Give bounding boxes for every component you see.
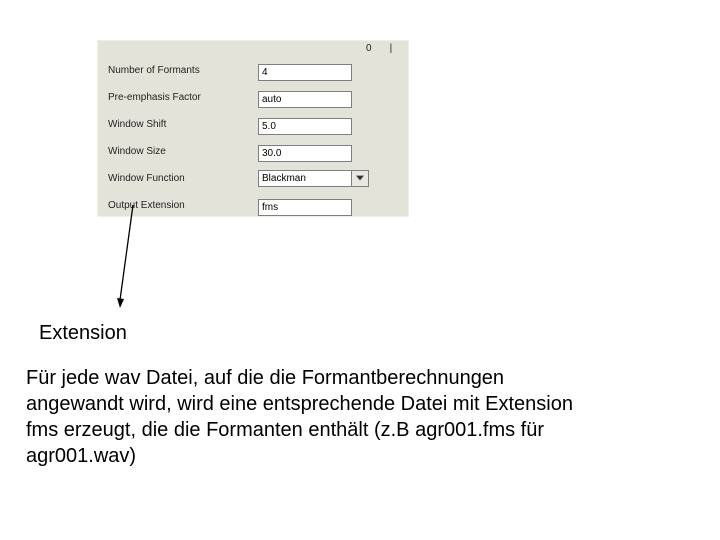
row-preemph: Pre-emphasis Factor [98, 85, 408, 109]
input-out-ext[interactable] [258, 199, 352, 216]
arrow-icon [117, 205, 137, 308]
label-win-func: Window Function [98, 173, 258, 184]
tick-right: | [390, 43, 393, 54]
label-win-shift: Window Shift [98, 119, 258, 130]
caption-extension: Extension [39, 322, 127, 345]
row-win-func: Window Function Blackman [98, 166, 408, 190]
row-win-shift: Window Shift [98, 112, 408, 136]
input-win-size[interactable] [258, 145, 352, 162]
select-win-func[interactable]: Blackman [258, 170, 369, 187]
input-win-shift[interactable] [258, 118, 352, 135]
label-out-ext: Output Extension [98, 200, 258, 211]
tick-mid: 0 [366, 43, 372, 54]
chevron-down-icon[interactable] [351, 171, 368, 186]
description-paragraph: Für jede wav Datei, auf die die Formantb… [26, 365, 586, 469]
axis-ticks: 0 | [366, 43, 392, 54]
row-out-ext: Output Extension [98, 193, 408, 217]
row-num-formants: Number of Formants [98, 58, 408, 82]
input-preemph[interactable] [258, 91, 352, 108]
label-num-formants: Number of Formants [98, 65, 258, 76]
label-win-size: Window Size [98, 146, 258, 157]
row-win-size: Window Size [98, 139, 408, 163]
input-num-formants[interactable] [258, 64, 352, 81]
label-preemph: Pre-emphasis Factor [98, 92, 258, 103]
select-win-func-value: Blackman [259, 171, 351, 186]
settings-panel: 0 | Number of Formants Pre-emphasis Fact… [97, 40, 409, 217]
